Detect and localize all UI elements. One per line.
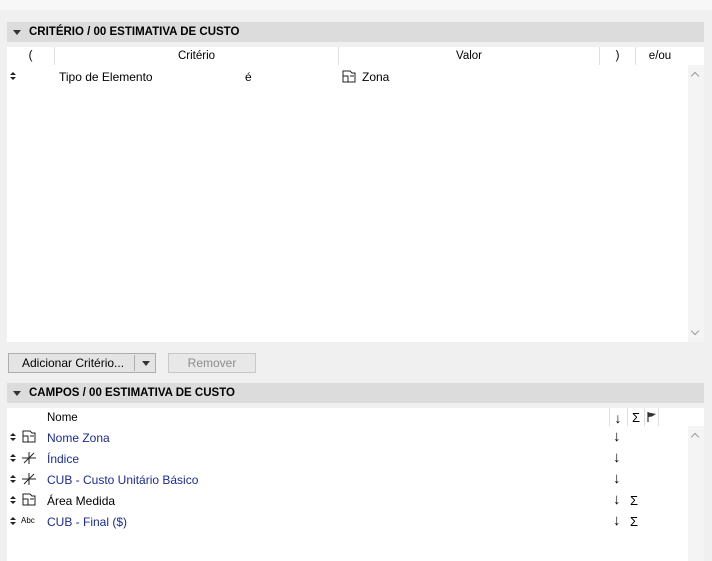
axis-icon [22,473,36,485]
criteria-section-title: CRITÉRIO / 00 ESTIMATIVA DE CUSTO [29,26,240,38]
column-divider [644,408,645,426]
dropdown-arrow-icon[interactable] [142,361,150,366]
column-close-paren[interactable]: ) [600,47,635,65]
collapse-triangle-icon[interactable] [13,29,21,35]
reorder-handle-icon[interactable] [9,517,17,526]
column-open-paren[interactable]: ( [7,47,54,65]
criteria-row-operator[interactable]: é [245,70,252,84]
scroll-up-icon[interactable] [690,71,700,81]
fields-table: Nome ↓ Σ Nome Zona ↓ Índice ↓ CUB - Cust… [7,408,704,561]
reorder-handle-icon[interactable] [9,475,17,484]
reorder-handle-icon[interactable] [9,72,17,81]
remove-button[interactable]: Remover [168,353,256,373]
top-strip [0,0,712,10]
field-row[interactable]: Abc CUB - Final ($) ↓ Σ [7,511,687,532]
sort-arrow-icon[interactable]: ↓ [613,449,621,466]
button-divider [134,355,135,371]
field-name[interactable]: CUB - Custo Unitário Básico [47,473,198,487]
reorder-handle-icon[interactable] [9,496,17,505]
criteria-row-criterion[interactable]: Tipo de Elemento [59,70,153,84]
sort-arrow-icon[interactable]: ↓ [613,491,621,508]
zone-icon [342,70,356,83]
zone-icon [22,430,36,443]
field-name[interactable]: Nome Zona [47,431,110,445]
column-value[interactable]: Valor [339,47,599,65]
sum-column-icon[interactable]: Σ [628,409,644,427]
field-row[interactable]: Nome Zona ↓ [7,427,687,448]
text-abc-icon: Abc [21,516,35,525]
criteria-table: ( Critério Valor ) e/ou Tipo de Elemento… [7,47,704,342]
sort-arrow-icon[interactable]: ↓ [613,512,621,529]
fields-section-header[interactable]: CAMPOS / 00 ESTIMATIVA DE CUSTO [7,383,704,403]
reorder-handle-icon[interactable] [9,433,17,442]
sort-arrow-icon[interactable]: ↓ [613,470,621,487]
field-row[interactable]: Índice ↓ [7,448,687,469]
add-criterion-button[interactable]: Adicionar Critério... [8,353,156,373]
sum-symbol[interactable]: Σ [630,493,638,508]
criteria-scrollbar[interactable] [688,65,704,342]
column-andor[interactable]: e/ou [636,47,684,65]
collapse-triangle-icon[interactable] [13,390,21,396]
fields-section-title: CAMPOS / 00 ESTIMATIVA DE CUSTO [29,387,235,399]
sum-symbol[interactable]: Σ [630,514,638,529]
reorder-handle-icon[interactable] [9,454,17,463]
field-name[interactable]: Índice [47,452,79,466]
criteria-row-value[interactable]: Zona [362,70,389,84]
sort-column-icon[interactable]: ↓ [610,409,626,427]
criteria-row[interactable]: Tipo de Elemento é Zona [7,67,687,87]
column-name[interactable]: Nome [47,409,607,427]
criteria-section-header[interactable]: CRITÉRIO / 00 ESTIMATIVA DE CUSTO [7,22,704,42]
flag-icon[interactable] [646,411,658,423]
field-row[interactable]: CUB - Custo Unitário Básico ↓ [7,469,687,490]
add-criterion-label: Adicionar Critério... [22,356,125,370]
axis-icon [22,452,36,464]
field-name[interactable]: CUB - Final ($) [47,515,127,529]
column-divider [658,408,659,426]
column-criterion[interactable]: Critério [55,47,338,65]
field-row[interactable]: Área Medida ↓ Σ [7,490,687,511]
scroll-up-icon[interactable] [690,432,700,442]
scroll-down-icon[interactable] [690,326,700,336]
zone-icon [22,493,36,506]
fields-scrollbar[interactable] [688,426,704,561]
sort-arrow-icon[interactable]: ↓ [613,428,621,445]
field-name[interactable]: Área Medida [47,494,115,508]
